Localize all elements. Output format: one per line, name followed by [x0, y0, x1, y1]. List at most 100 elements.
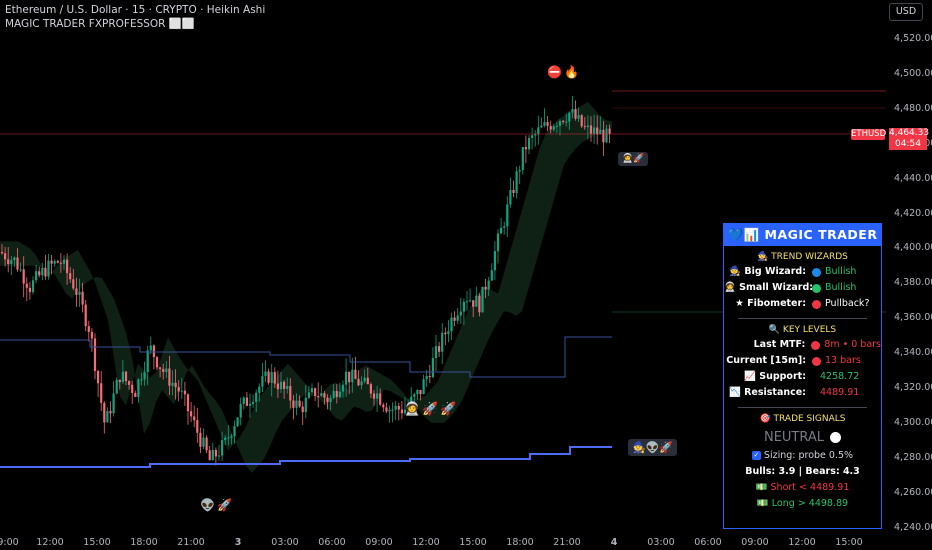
candle-body	[456, 315, 459, 321]
candle-body	[521, 147, 524, 171]
status-dot	[811, 340, 821, 350]
time-tick: 12:00	[412, 537, 440, 548]
price-tick: 4,340.00	[894, 347, 932, 359]
candle-body	[487, 280, 490, 290]
candle-body	[314, 388, 317, 397]
time-tick: 12:00	[788, 537, 816, 548]
candle-body	[134, 392, 137, 397]
candle-body	[323, 393, 326, 398]
candle-body	[478, 295, 481, 313]
row-value: Bullish	[825, 282, 857, 293]
candle-body	[106, 411, 109, 423]
panel-row: ★ Fibometer: Pullback?	[724, 296, 881, 312]
signal-marker-mid: 🧑‍🚀🚀🚀	[404, 402, 459, 417]
candle-body	[357, 378, 360, 386]
candle-body	[301, 406, 304, 413]
time-tick: 18:00	[506, 537, 534, 548]
panel-title: 💙📊 MAGIC TRADER	[724, 224, 881, 246]
candle-body	[341, 384, 345, 392]
time-tick: 09:00	[365, 537, 393, 548]
candle-body	[118, 379, 121, 383]
candle-body	[227, 437, 230, 439]
money-icon: 💵	[756, 498, 772, 509]
candle-body	[434, 346, 438, 358]
candle-body	[78, 291, 81, 295]
candle-body	[149, 345, 152, 351]
candle-body	[59, 262, 62, 264]
candle-body	[593, 127, 596, 134]
candle-body	[490, 270, 493, 281]
time-tick: 09:00	[0, 537, 19, 548]
symbol-title[interactable]: Ethereum / U.S. Dollar · 15 · CRYPTO · H…	[5, 4, 265, 16]
candle-body	[438, 346, 441, 352]
candle-body	[162, 368, 165, 372]
candle-body	[419, 390, 422, 395]
time-tick: 21:00	[177, 537, 205, 548]
candle-body	[413, 394, 416, 397]
price-tick: 4,380.00	[894, 277, 932, 289]
candle-body	[558, 120, 562, 126]
divider	[738, 407, 867, 408]
candle-body	[137, 379, 140, 397]
candle-body	[171, 382, 174, 386]
candle-body	[41, 267, 44, 276]
panel-row: Current [15m]: 13 bars	[724, 353, 881, 369]
candle-body	[81, 291, 84, 305]
candle-body	[379, 393, 382, 405]
heart-chart-icon: 💙📊	[727, 227, 760, 242]
candle-body	[366, 377, 369, 385]
candle-body	[338, 391, 341, 398]
row-value: Bullish	[825, 266, 857, 277]
candle-body	[283, 381, 286, 389]
candle-body	[16, 257, 19, 270]
candle-body	[363, 377, 366, 382]
candle-body	[555, 125, 558, 127]
candle-body	[298, 400, 301, 407]
candle-body	[605, 128, 608, 143]
candle-body	[31, 280, 35, 293]
candle-body	[53, 261, 56, 264]
white-dot-icon	[830, 431, 842, 443]
candle-body	[416, 390, 419, 395]
candle-body	[168, 368, 171, 386]
candle-body	[345, 371, 348, 385]
candle-body	[47, 260, 50, 277]
indicator-title[interactable]: MAGIC TRADER FXPROFESSOR ⬜⬜	[5, 17, 195, 30]
row-value: 4489.91	[820, 387, 860, 398]
candle-body	[472, 300, 475, 307]
signal-marker-bottom: 👽🚀	[200, 498, 234, 512]
time-tick: 12:00	[36, 537, 64, 548]
candle-body	[574, 109, 577, 119]
candle-body	[515, 171, 518, 193]
candle-body	[190, 411, 193, 417]
row-label: ★ Fibometer:	[735, 298, 806, 309]
panel-row: Last MTF: 8m • 0 bars	[724, 337, 881, 353]
candle-body	[193, 416, 196, 421]
candle-body	[112, 393, 115, 414]
candle-body	[496, 233, 500, 252]
candle-body	[465, 301, 469, 303]
candle-body	[270, 372, 273, 383]
time-tick: 06:00	[318, 537, 346, 548]
candle-body	[354, 369, 357, 379]
candle-body	[534, 134, 537, 136]
candle-body	[221, 440, 224, 456]
currency-button[interactable]: USD	[889, 3, 923, 21]
key-levels-heading: 🔍 KEY LEVELS	[768, 325, 837, 335]
candle-body	[69, 273, 72, 280]
candle-body	[571, 109, 574, 113]
candle-body	[214, 450, 217, 457]
candle-body	[100, 383, 103, 403]
candle-body	[205, 437, 208, 451]
candle-body	[4, 253, 7, 260]
time-tick: 09:00	[741, 537, 769, 548]
panel-row: 📈 Support: 4258.72	[724, 369, 881, 385]
candle-body	[453, 317, 456, 321]
candle-body	[66, 259, 69, 274]
candle-body	[75, 288, 78, 295]
candle-body	[165, 368, 168, 372]
status-dot	[812, 267, 821, 277]
candle-body	[397, 405, 400, 410]
row-label: 🧑‍🚀 Small Wizard:	[724, 282, 814, 293]
candle-body	[422, 379, 425, 395]
